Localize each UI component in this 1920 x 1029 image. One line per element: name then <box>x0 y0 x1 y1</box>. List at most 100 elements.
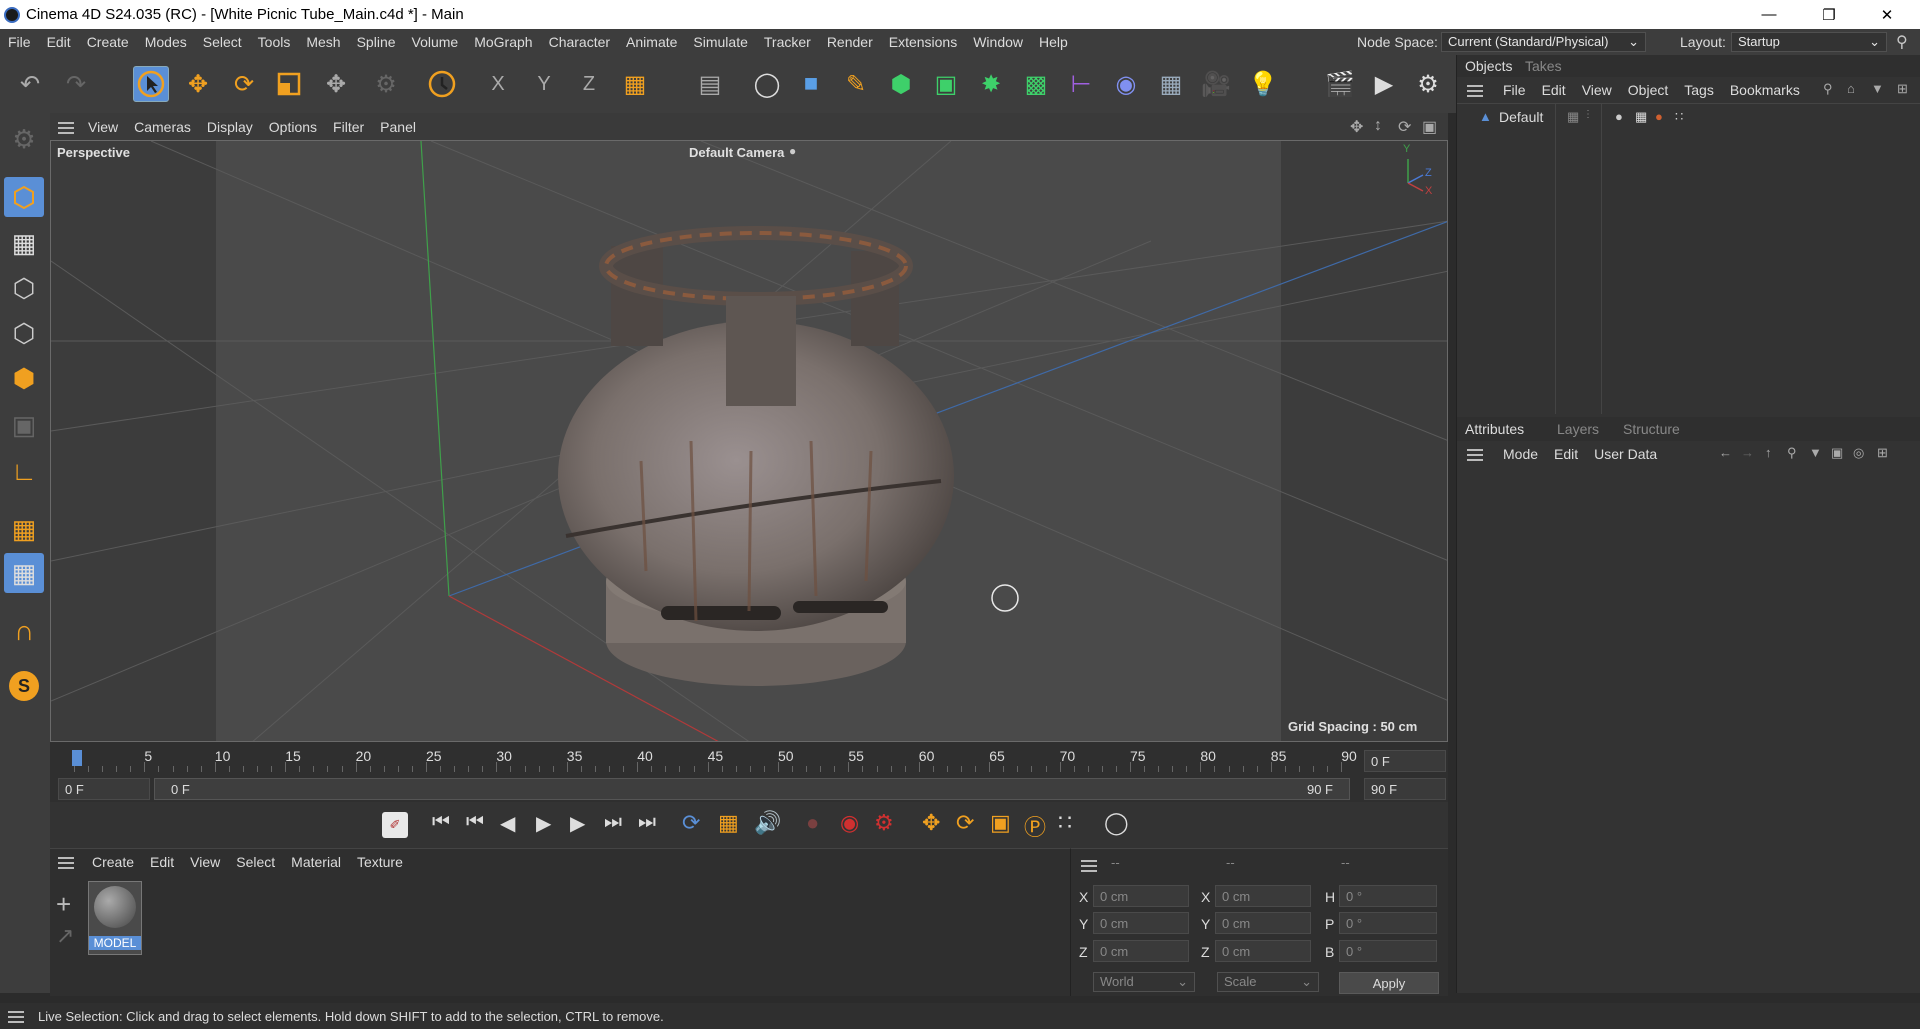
search-icon[interactable]: ⚲ <box>1896 32 1908 52</box>
motion-layers-icon[interactable]: ◯ <box>1104 810 1129 836</box>
viewport-menu-display[interactable]: Display <box>199 119 261 135</box>
axis-mode-icon[interactable]: ∟ <box>4 451 44 491</box>
key-rotation-icon[interactable]: ⟳ <box>956 810 974 836</box>
tab-attributes[interactable]: Attributes <box>1465 421 1524 437</box>
render-region-icon[interactable]: ▤ <box>692 66 728 102</box>
current-frame-field[interactable]: 0 F <box>1364 750 1446 772</box>
points-mode-icon[interactable]: ⬡ <box>4 268 44 308</box>
render-icon[interactable]: ▶ <box>1366 66 1402 102</box>
go-to-end-icon[interactable]: ⏭ <box>638 811 656 834</box>
phong-tag-icon[interactable]: ● <box>1655 109 1663 124</box>
menu-mesh[interactable]: Mesh <box>298 34 348 50</box>
size-x-field[interactable]: 0 cm <box>1215 885 1311 907</box>
menu-animate[interactable]: Animate <box>618 34 685 50</box>
new-window-icon[interactable]: ⊞ <box>1897 81 1908 97</box>
spline-pen-icon[interactable]: ◯ <box>749 66 785 102</box>
floor-icon[interactable]: ▦ <box>1153 66 1189 102</box>
filter-icon[interactable]: ▼ <box>1871 81 1884 96</box>
hamburger-icon[interactable] <box>1081 857 1097 872</box>
cube-icon[interactable]: ■ <box>793 66 829 102</box>
next-key-icon[interactable]: ⏭ <box>604 811 622 834</box>
size-mode-dropdown[interactable]: Scale ⌄ <box>1217 972 1319 992</box>
menu-create[interactable]: Create <box>79 34 137 50</box>
menu-edit[interactable]: Edit <box>39 34 79 50</box>
hamburger-icon[interactable] <box>58 119 74 134</box>
attributes-menu-user-data[interactable]: User Data <box>1586 446 1665 462</box>
rot-b-field[interactable]: 0 ° <box>1339 940 1437 962</box>
key-param-icon[interactable]: Ⓟ <box>1024 810 1046 842</box>
viewport-menu-cameras[interactable]: Cameras <box>126 119 199 135</box>
next-frame-icon[interactable]: ▶ <box>570 811 585 836</box>
redo-icon[interactable]: ↷ <box>58 66 94 102</box>
render-view-icon[interactable]: 🎬 <box>1322 66 1358 102</box>
sound-icon[interactable]: 🔊 <box>754 810 781 836</box>
tag-dots-icon[interactable]: ∷ <box>1675 109 1683 125</box>
start-frame-field[interactable]: 0 F <box>58 778 150 800</box>
material-menu-texture[interactable]: Texture <box>349 854 411 870</box>
texture-tag-icon[interactable]: ▦ <box>1635 109 1647 125</box>
objects-menu-tags[interactable]: Tags <box>1676 82 1722 98</box>
undo-icon[interactable]: ↶ <box>12 66 48 102</box>
move-view-icon[interactable]: ✥ <box>1350 117 1363 137</box>
light-icon[interactable]: 💡 <box>1245 66 1281 102</box>
menu-simulate[interactable]: Simulate <box>685 34 755 50</box>
maximize-button[interactable]: ❐ <box>1806 0 1852 29</box>
objects-menu-bookmarks[interactable]: Bookmarks <box>1722 82 1808 98</box>
frame-range-slider[interactable]: 0 F 90 F <box>154 778 1350 800</box>
rotate-icon[interactable]: ⟳ <box>226 66 262 102</box>
menu-tracker[interactable]: Tracker <box>756 34 819 50</box>
coordinate-system-icon[interactable] <box>424 66 460 102</box>
mograph-icon[interactable]: ▩ <box>1018 66 1054 102</box>
rotate-view-icon[interactable]: ⟳ <box>1398 117 1411 137</box>
go-to-start-icon[interactable]: ⏮ <box>432 811 450 834</box>
material-tag-icon[interactable]: ● <box>1615 109 1623 124</box>
polygons-mode-icon[interactable]: ⬢ <box>4 358 44 398</box>
lock-icon[interactable]: ▣ <box>1831 445 1843 461</box>
transform-icon[interactable]: ✥ <box>318 66 354 102</box>
home-icon[interactable]: ⌂ <box>1847 81 1855 96</box>
forward-arrow-icon[interactable]: → <box>1741 445 1754 460</box>
locked-transform-icon[interactable]: ⚙ <box>368 66 404 102</box>
material-menu-edit[interactable]: Edit <box>142 854 182 870</box>
world-axis-icon[interactable]: ▦ <box>617 66 653 102</box>
play-icon[interactable]: ▶ <box>536 811 551 836</box>
pos-z-field[interactable]: 0 cm <box>1093 940 1189 962</box>
viewport-menu-filter[interactable]: Filter <box>325 119 372 135</box>
timeline-ruler[interactable]: 051015202530354045505560657075808590 <box>50 742 1357 772</box>
record-icon[interactable]: ◉ <box>840 810 859 836</box>
zoom-view-icon[interactable]: ↕ <box>1374 117 1382 135</box>
node-space-dropdown[interactable]: Current (Standard/Physical) ⌄ <box>1441 32 1646 52</box>
tab-layers[interactable]: Layers <box>1557 421 1599 437</box>
layout-dropdown[interactable]: Startup ⌄ <box>1731 32 1887 52</box>
locked-workplane-icon[interactable]: ▦ <box>4 553 44 593</box>
maximize-view-icon[interactable]: ▣ <box>1422 117 1437 137</box>
z-axis-lock-icon[interactable]: Z <box>571 66 607 102</box>
back-arrow-icon[interactable]: ← <box>1719 445 1732 460</box>
menu-spline[interactable]: Spline <box>349 34 404 50</box>
camera-icon[interactable]: ● <box>789 144 796 158</box>
previous-key-icon[interactable]: ⏮ <box>466 811 484 834</box>
object-name[interactable]: Default <box>1499 109 1543 125</box>
close-button[interactable]: ✕ <box>1864 0 1910 29</box>
material-thumbnail[interactable]: MODEL <box>88 881 142 955</box>
filter-icon[interactable]: ▼ <box>1809 445 1822 460</box>
subdivision-icon[interactable]: ⬢ <box>883 66 919 102</box>
x-axis-lock-icon[interactable]: X <box>480 66 516 102</box>
tab-structure[interactable]: Structure <box>1623 421 1680 437</box>
timeline-playhead[interactable] <box>72 750 82 766</box>
menu-volume[interactable]: Volume <box>404 34 467 50</box>
menu-modes[interactable]: Modes <box>137 34 195 50</box>
end-frame-field[interactable]: 90 F <box>1364 778 1446 800</box>
hamburger-icon[interactable] <box>1467 447 1483 462</box>
material-menu-view[interactable]: View <box>182 854 228 870</box>
objects-menu-view[interactable]: View <box>1574 82 1620 98</box>
tab-takes[interactable]: Takes <box>1525 58 1562 74</box>
cloner-icon[interactable]: ✸ <box>973 66 1009 102</box>
auto-key-icon[interactable]: ● <box>806 810 819 836</box>
coordinate-mode-dropdown[interactable]: World ⌄ <box>1093 972 1195 992</box>
search-icon[interactable]: ⚲ <box>1823 81 1833 97</box>
scale-icon[interactable] <box>271 66 307 102</box>
render-dots-icon[interactable]: ⋮ <box>1583 109 1593 120</box>
hamburger-icon[interactable] <box>8 1009 24 1024</box>
field-icon[interactable]: ◉ <box>1108 66 1144 102</box>
